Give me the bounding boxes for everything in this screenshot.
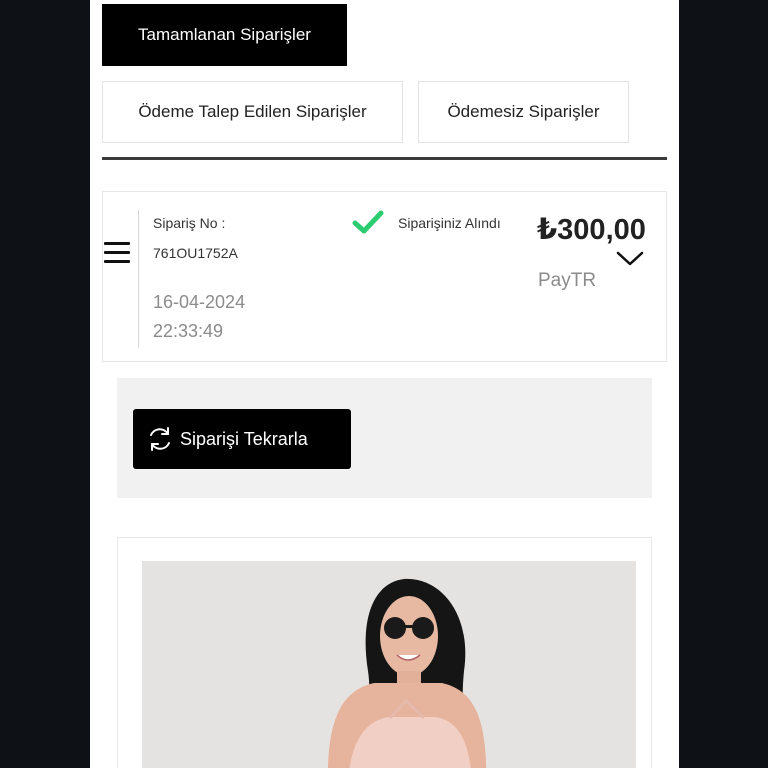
repeat-order-label: Siparişi Tekrarla xyxy=(180,428,308,449)
order-number-label: Sipariş No : xyxy=(153,215,226,231)
order-card-separator xyxy=(138,210,139,348)
order-actions-panel: Siparişi Tekrarla xyxy=(117,378,652,498)
tab-completed-orders[interactable]: Tamamlanan Siparişler xyxy=(102,4,347,66)
order-history-page: Tamamlanan Siparişler Ödeme Talep Edilen… xyxy=(90,0,679,768)
menu-icon[interactable] xyxy=(103,240,131,266)
order-number: 761OU1752A xyxy=(153,245,238,261)
chevron-down-icon[interactable] xyxy=(615,250,645,268)
order-date: 16-04-2024 xyxy=(153,292,246,312)
tab-payment-requested-orders[interactable]: Ödeme Talep Edilen Siparişler xyxy=(102,81,403,143)
product-card xyxy=(117,537,652,768)
check-icon xyxy=(352,210,384,234)
payment-method: PayTR xyxy=(538,270,597,291)
tab-unpaid-orders[interactable]: Ödemesiz Siparişler xyxy=(418,81,629,143)
order-total: ₺300,00 xyxy=(537,214,646,246)
order-card: Sipariş No : 761OU1752A 16-04-2024 22:33… xyxy=(102,191,667,362)
order-status: Siparişiniz Alındı xyxy=(398,215,501,231)
order-time: 22:33:49 xyxy=(153,321,224,341)
product-image[interactable] xyxy=(142,561,636,768)
repeat-order-button[interactable]: Siparişi Tekrarla xyxy=(133,409,351,469)
tabs-divider xyxy=(102,157,667,160)
refresh-icon xyxy=(150,427,170,451)
product-photo xyxy=(142,561,636,768)
